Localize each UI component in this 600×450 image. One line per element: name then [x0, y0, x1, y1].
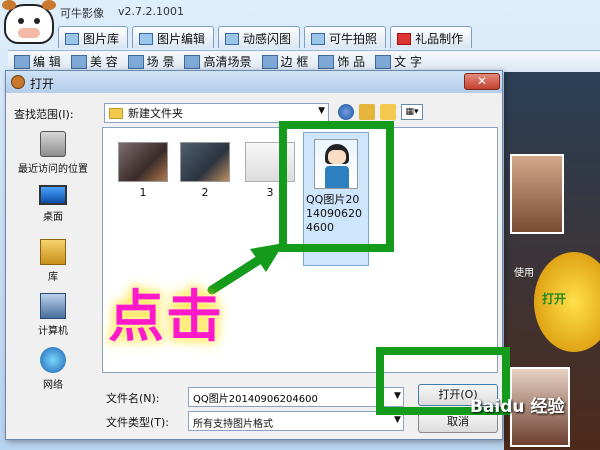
nav-buttons: ▦▾ — [338, 104, 423, 120]
image-thumbnail — [180, 142, 230, 182]
look-in-dropdown[interactable]: 新建文件夹 ▼ — [104, 103, 329, 123]
new-folder-icon[interactable] — [380, 104, 396, 120]
library-icon — [40, 239, 66, 265]
file-name-input[interactable] — [188, 387, 404, 407]
tab-label: 可牛拍照 — [329, 32, 378, 46]
chevron-down-icon: ▼ — [318, 106, 325, 116]
logo-eye-left — [18, 18, 24, 24]
tool-label: 编 辑 — [33, 55, 61, 69]
place-desktop[interactable]: 桌面 — [10, 185, 96, 223]
tool-label: 场 景 — [146, 55, 175, 69]
file-type-label: 文件类型(T): — [106, 416, 170, 429]
place-label: 桌面 — [43, 212, 63, 223]
tool-label: 文 字 — [394, 55, 422, 69]
tab-animated-flash[interactable]: 动感闪图 — [218, 26, 301, 48]
border-icon — [261, 54, 278, 69]
tool-accessory[interactable]: 饰 品 — [318, 51, 365, 72]
text-icon — [375, 54, 392, 69]
use-label[interactable]: 使用 — [514, 264, 534, 279]
view-menu-icon[interactable]: ▦▾ — [401, 104, 423, 120]
tab-image-edit[interactable]: 图片编辑 — [132, 26, 215, 48]
place-network[interactable]: 网络 — [10, 347, 96, 391]
logo-nose — [18, 28, 40, 38]
cow-app-icon — [11, 75, 25, 89]
up-folder-icon[interactable] — [359, 104, 375, 120]
edit-toolbar: 编 辑 美 容 场 景 高清场景 边 框 饰 品 文 字 — [8, 50, 600, 72]
places-bar: 最近访问的位置 桌面 库 计算机 网络 — [10, 127, 96, 399]
dialog-titlebar: 打开 ✕ — [6, 71, 502, 93]
baidu-watermark: Baidu 经验 — [470, 397, 565, 417]
tab-label: 动感闪图 — [243, 32, 292, 46]
network-icon — [40, 347, 66, 373]
tab-label: 礼品制作 — [415, 32, 464, 46]
back-icon[interactable] — [338, 104, 354, 120]
tool-edit[interactable]: 编 辑 — [14, 51, 61, 72]
preview-photo[interactable] — [510, 154, 564, 234]
app-titlebar: 可牛影像 v2.7.2.1001 — [0, 0, 600, 44]
logo-ear-right — [42, 0, 56, 10]
chevron-down-icon[interactable]: ▼ — [394, 415, 401, 425]
file-item[interactable]: 1 — [113, 142, 173, 199]
place-computer[interactable]: 计算机 — [10, 293, 96, 337]
logo-ear-left — [2, 0, 16, 10]
tool-label: 高清场景 — [203, 55, 252, 69]
desktop-icon — [39, 185, 67, 205]
film-icon — [225, 32, 240, 45]
webcam-icon — [311, 32, 326, 45]
main-tabs: 图片库 图片编辑 动感闪图 可牛拍照 礼品制作 — [58, 26, 473, 48]
place-label: 网络 — [43, 380, 63, 391]
folder-icon — [109, 107, 123, 119]
logo-eye-right — [34, 18, 40, 24]
tab-label: 图片编辑 — [157, 32, 206, 46]
file-type-select[interactable]: 所有支持图片格式 — [188, 411, 404, 431]
tool-beauty[interactable]: 美 容 — [70, 51, 118, 72]
cow-logo-icon — [2, 0, 56, 44]
click-annotation-label: 点击 — [108, 285, 224, 350]
file-label: 1 — [139, 186, 147, 199]
tab-camera[interactable]: 可牛拍照 — [304, 26, 387, 48]
tool-label: 美 容 — [89, 55, 118, 69]
open-round-label: 打开 — [542, 292, 567, 306]
scene-icon — [127, 54, 144, 69]
tab-gift-making[interactable]: 礼品制作 — [390, 26, 473, 48]
file-item[interactable]: 2 — [175, 142, 235, 199]
hd-scene-icon — [184, 54, 201, 69]
tool-label: 饰 品 — [337, 55, 366, 69]
place-label: 计算机 — [38, 326, 68, 337]
tool-label: 边 框 — [280, 55, 309, 69]
face-icon — [70, 54, 87, 69]
place-recent[interactable]: 最近访问的位置 — [10, 131, 96, 175]
edit-icon — [14, 54, 30, 69]
app-title: 可牛影像 — [60, 7, 104, 20]
highlight-box-file — [279, 121, 394, 252]
image-thumbnail — [118, 142, 168, 182]
close-button[interactable]: ✕ — [464, 73, 500, 90]
tool-text[interactable]: 文 字 — [375, 51, 422, 72]
image-edit-icon — [139, 32, 154, 45]
look-in-value: 新建文件夹 — [128, 107, 183, 120]
tab-label: 图片库 — [83, 32, 120, 46]
accessory-icon — [318, 54, 335, 69]
place-label: 库 — [48, 272, 58, 283]
recent-places-icon — [40, 131, 66, 157]
file-label: 2 — [201, 186, 209, 199]
app-version: v2.7.2.1001 — [118, 5, 184, 18]
computer-icon — [40, 293, 66, 319]
file-name-label: 文件名(N): — [106, 392, 160, 405]
place-label: 最近访问的位置 — [18, 164, 88, 175]
look-in-label: 查找范围(I): — [14, 108, 74, 121]
image-library-icon — [65, 32, 79, 45]
tool-hd-scene[interactable]: 高清场景 — [184, 51, 252, 72]
gift-icon — [397, 32, 412, 45]
place-library[interactable]: 库 — [10, 239, 96, 283]
tool-border[interactable]: 边 框 — [261, 51, 309, 72]
dialog-title: 打开 — [30, 77, 55, 91]
tab-image-library[interactable]: 图片库 — [58, 26, 129, 48]
tool-scene[interactable]: 场 景 — [127, 51, 175, 72]
